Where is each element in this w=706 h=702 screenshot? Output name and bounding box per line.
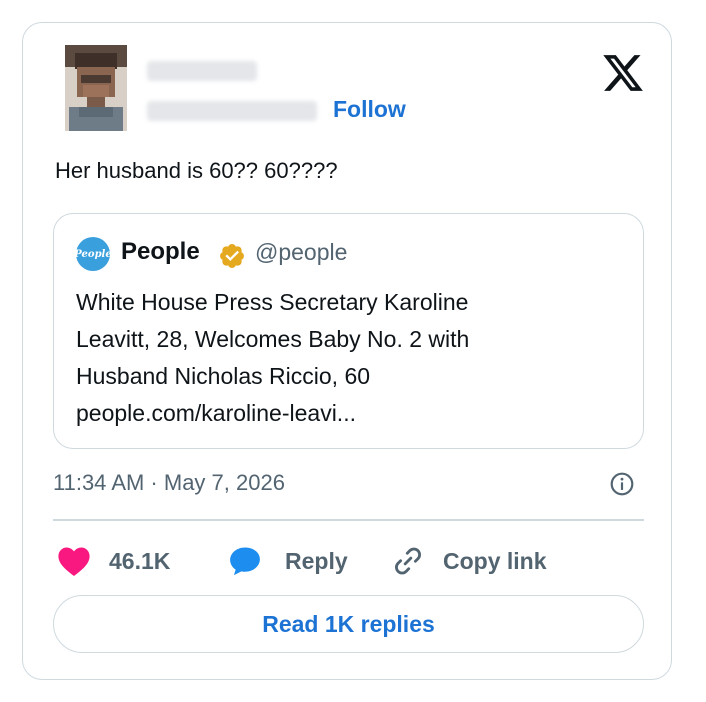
verified-badge-icon (218, 242, 246, 270)
tweet-timestamp[interactable]: 11:34 AM · May 7, 2026 (53, 470, 285, 496)
quoted-text: White House Press Secretary Karoline Lea… (76, 284, 616, 432)
info-icon[interactable] (609, 471, 635, 497)
x-logo-icon[interactable] (601, 51, 645, 95)
quoted-tweet[interactable]: People People @people White House Press … (53, 213, 644, 449)
heart-icon (58, 547, 90, 577)
reply-button[interactable]: Reply (227, 543, 348, 579)
copy-link-label: Copy link (443, 547, 547, 574)
author-handle-redacted (147, 101, 317, 121)
quoted-text-line: White House Press Secretary Karoline (76, 289, 469, 315)
link-icon (395, 547, 421, 575)
quoted-text-line: Leavitt, 28, Welcomes Baby No. 2 with (76, 326, 470, 352)
copy-link-button[interactable]: Copy link (391, 543, 547, 579)
divider (53, 519, 644, 521)
quoted-link[interactable]: people.com/karoline-leavi... (76, 395, 616, 432)
like-button[interactable]: 46.1K (57, 543, 170, 579)
follow-button[interactable]: Follow (333, 96, 406, 123)
quoted-author-name: People (121, 238, 200, 265)
reply-label: Reply (285, 547, 348, 574)
quoted-avatar: People (74, 237, 112, 271)
quoted-text-line: Husband Nicholas Riccio, 60 (76, 363, 371, 389)
author-name-redacted (147, 61, 257, 81)
quoted-author-handle: @people (255, 239, 348, 265)
tweet-card: Follow Her husband is 60?? 60???? People… (22, 22, 672, 680)
like-count: 46.1K (109, 547, 171, 574)
tweet-text: Her husband is 60?? 60???? (55, 158, 338, 183)
reply-bubble-icon (230, 547, 260, 576)
author-avatar[interactable] (65, 45, 127, 131)
read-replies-button[interactable]: Read 1K replies (53, 595, 644, 653)
